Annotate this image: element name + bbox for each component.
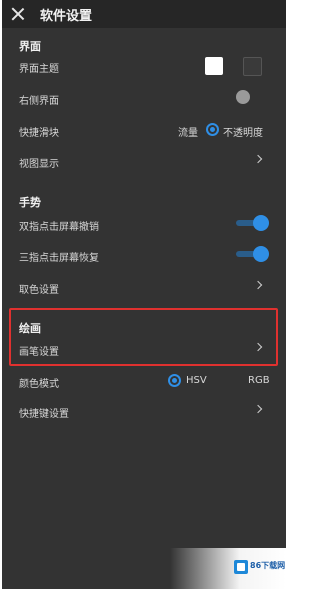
view-display-label[interactable]: 视图显示 bbox=[19, 155, 59, 170]
toggle-knob bbox=[253, 215, 269, 231]
view-display-chevron-icon[interactable] bbox=[253, 154, 263, 164]
color-mode-option-rgb[interactable]: RGB bbox=[248, 375, 270, 386]
close-icon[interactable] bbox=[10, 6, 26, 22]
section-title-interface: 界面 bbox=[19, 40, 41, 53]
shortcut-settings-chevron-icon[interactable] bbox=[253, 404, 263, 414]
color-mode-label: 颜色模式 bbox=[19, 379, 59, 390]
color-pick-label[interactable]: 取色设置 bbox=[19, 281, 59, 296]
quick-slider-option-flow[interactable]: 流量 bbox=[178, 124, 198, 139]
color-mode-option-hsv[interactable]: HSV bbox=[186, 375, 207, 386]
right-panel-label: 右侧界面 bbox=[19, 96, 59, 107]
theme-light-swatch[interactable] bbox=[205, 57, 223, 75]
three-finger-redo-toggle[interactable] bbox=[236, 246, 270, 262]
top-bar: 软件设置 bbox=[2, 0, 286, 28]
watermark-logo-icon bbox=[234, 560, 248, 574]
settings-screen: 软件设置 界面 界面主题 右侧界面 快捷滑块 流量 不透明度 视图显示 手势 双… bbox=[2, 0, 286, 589]
theme-dark-swatch[interactable] bbox=[243, 57, 262, 76]
section-title-painting: 绘画 bbox=[19, 322, 41, 335]
two-finger-undo-label: 双指点击屏幕撤销 bbox=[19, 222, 99, 233]
quick-slider-opacity-radio[interactable] bbox=[206, 123, 219, 136]
toggle-knob bbox=[253, 246, 269, 262]
section-title-gesture: 手势 bbox=[19, 196, 41, 209]
shortcut-settings-label[interactable]: 快捷键设置 bbox=[19, 405, 69, 420]
color-pick-chevron-icon[interactable] bbox=[253, 280, 263, 290]
brush-settings-label[interactable]: 画笔设置 bbox=[19, 343, 59, 358]
three-finger-redo-label: 三指点击屏幕恢复 bbox=[19, 253, 99, 264]
right-panel-toggle[interactable] bbox=[236, 90, 250, 104]
watermark-text: 86下载网 bbox=[250, 561, 286, 570]
quick-slider-label: 快捷滑块 bbox=[19, 128, 59, 139]
theme-label: 界面主题 bbox=[19, 64, 59, 75]
color-mode-hsv-radio[interactable] bbox=[168, 374, 181, 387]
page-title: 软件设置 bbox=[40, 9, 93, 24]
quick-slider-option-opacity[interactable]: 不透明度 bbox=[223, 124, 263, 139]
two-finger-undo-toggle[interactable] bbox=[236, 215, 270, 231]
